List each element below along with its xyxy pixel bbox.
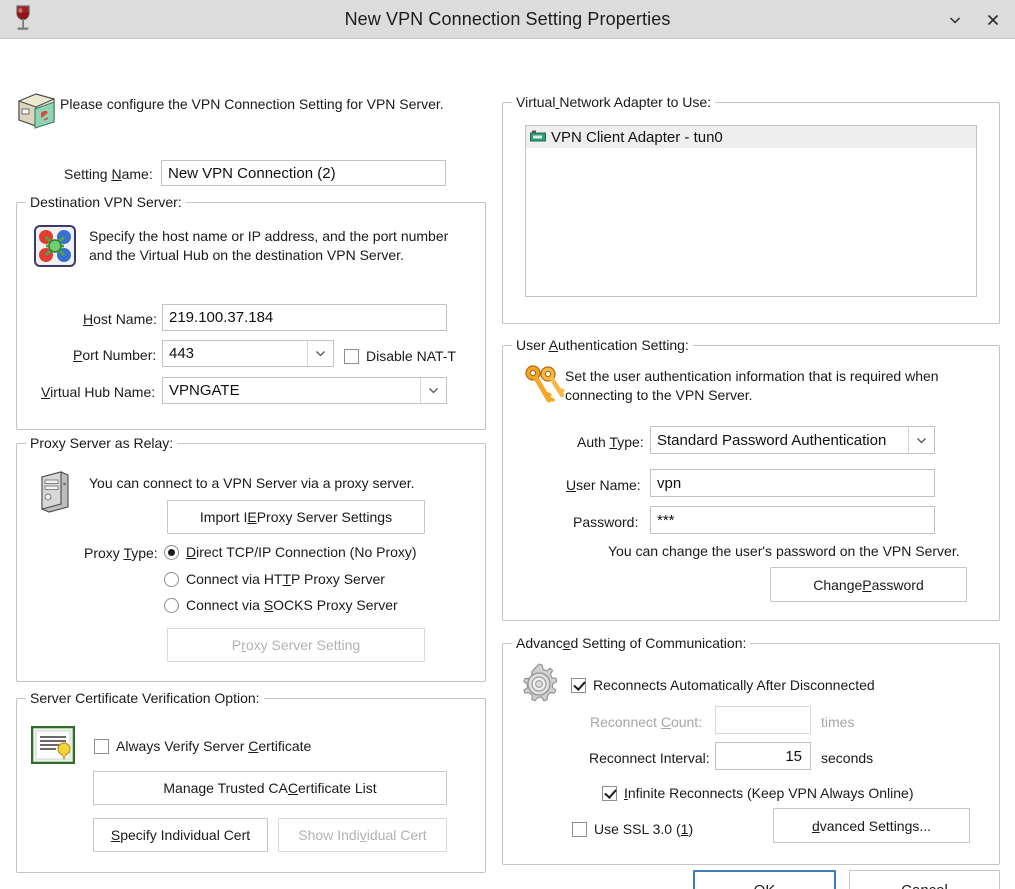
chevron-down-icon[interactable]: [908, 427, 934, 453]
close-icon: [987, 14, 999, 25]
reconnect-count-input[interactable]: [715, 706, 811, 734]
reconnect-auto-checkbox[interactable]: Reconnects Automatically After Disconnec…: [571, 677, 875, 693]
list-item[interactable]: VPN Client Adapter - tun0: [526, 126, 976, 148]
cancel-button[interactable]: Cancel: [849, 870, 1000, 889]
user-name-input[interactable]: [650, 469, 935, 497]
proxy-option-socks[interactable]: Connect via SOCKS Proxy Server: [164, 597, 398, 613]
auth-type-value: Standard Password Authentication: [657, 431, 887, 449]
setting-name-label: Setting Name:: [64, 166, 153, 182]
port-number-combo[interactable]: 443: [162, 340, 334, 367]
setting-name-input[interactable]: [161, 160, 446, 186]
network-card-icon: [530, 130, 546, 144]
title-bar: New VPN Connection Setting Properties: [0, 0, 1015, 39]
ok-button[interactable]: OK: [693, 870, 836, 889]
password-input[interactable]: [650, 506, 935, 534]
always-verify-certificate-checkbox[interactable]: Always Verify Server Certificate: [94, 738, 311, 754]
port-number-label: Port Number:: [73, 347, 157, 363]
proxy-option-direct-label: Direct TCP/IP Connection (No Proxy): [186, 544, 417, 560]
disable-natt-checkbox[interactable]: Disable NAT-T: [344, 348, 456, 364]
gear-icon: [517, 662, 561, 706]
always-verify-box[interactable]: [94, 738, 109, 754]
user-authentication-group: User Authentication Setting: Set the use…: [502, 337, 1000, 621]
close-button[interactable]: [977, 4, 1009, 36]
use-ssl3-checkbox[interactable]: Use SSL 3.0 (1): [572, 821, 693, 837]
network-hub-icon: [34, 225, 76, 267]
dialog-body: Please configure the VPN Connection Sett…: [0, 39, 1015, 889]
auth-description: Set the user authentication information …: [565, 368, 939, 403]
window-title: New VPN Connection Setting Properties: [344, 8, 671, 29]
proxy-option-direct[interactable]: Direct TCP/IP Connection (No Proxy): [164, 544, 417, 560]
virtual-hub-label: Virtual Hub Name:: [41, 384, 156, 400]
disable-natt-box[interactable]: [344, 348, 359, 364]
disable-natt-label: Disable NAT-T: [366, 348, 456, 364]
port-number-value: 443: [169, 345, 195, 362]
infinite-reconnects-box[interactable]: [602, 785, 617, 801]
auth-type-label: Auth Type:: [577, 434, 644, 450]
specify-individual-cert-button[interactable]: Specify Individual Cert: [93, 818, 268, 852]
host-name-label: Host Name:: [83, 311, 157, 327]
reconnect-interval-input[interactable]: [715, 742, 811, 770]
infinite-reconnects-checkbox[interactable]: Infinite Reconnects (Keep VPN Always Onl…: [602, 785, 913, 801]
auth-legend: User Authentication Setting:: [512, 337, 693, 353]
proxy-server-setting-button[interactable]: Pr oxy Server Setting: [167, 628, 425, 662]
window-controls: [939, 0, 1009, 39]
reconnect-auto-box[interactable]: [571, 677, 586, 693]
manage-trusted-ca-button[interactable]: Manage Trusted CA Certificate List: [93, 771, 447, 805]
reconnect-interval-unit: seconds: [821, 750, 874, 766]
use-ssl3-box[interactable]: [572, 821, 587, 837]
vpn-server-box-icon: [14, 89, 60, 131]
host-name-input[interactable]: [162, 304, 447, 331]
wine-glass-icon: [8, 3, 38, 36]
advanced-legend: Advanced Setting of Communication:: [512, 635, 751, 651]
proxy-option-http[interactable]: Connect via HTTP Proxy Server: [164, 571, 385, 587]
destination-description: Specify the host name or IP address, and…: [89, 228, 449, 263]
destination-legend: Destination VPN Server:: [26, 194, 186, 210]
keys-icon: [519, 362, 569, 410]
chevron-down-icon: [949, 16, 961, 24]
proxy-legend: Proxy Server as Relay:: [26, 435, 178, 451]
reconnect-auto-label: Reconnects Automatically After Disconnec…: [593, 677, 875, 693]
auth-type-combo[interactable]: Standard Password Authentication: [650, 426, 935, 454]
import-ie-proxy-button[interactable]: Import IE Proxy Server Settings: [167, 500, 425, 534]
virtual-hub-value: VPNGATE: [169, 382, 240, 399]
computer-tower-icon: [34, 468, 76, 514]
proxy-option-http-label: Connect via HTTP Proxy Server: [186, 571, 385, 587]
virtual-hub-combo[interactable]: VPNGATE: [162, 377, 447, 404]
user-name-label: User Name:: [566, 477, 641, 493]
right-column: Virtual Network Adapter to Use: VPN Clie…: [500, 39, 1015, 889]
password-hint: You can change the user's password on th…: [608, 543, 960, 559]
reconnect-interval-label: Reconnect Interval:: [589, 750, 710, 766]
reconnect-count-unit: times: [821, 714, 855, 730]
reconnect-count-label: Reconnect Count:: [590, 714, 703, 730]
adapter-legend: Virtual Network Adapter to Use:: [512, 94, 716, 110]
adapter-listbox[interactable]: VPN Client Adapter - tun0: [525, 125, 977, 297]
radio-socks[interactable]: [164, 597, 179, 613]
certificate-legend: Server Certificate Verification Option:: [26, 690, 264, 706]
always-verify-label: Always Verify Server Certificate: [116, 738, 312, 754]
show-individual-cert-button[interactable]: Show Indi v idual Cert: [278, 818, 447, 852]
proxy-option-socks-label: Connect via SOCKS Proxy Server: [186, 597, 398, 613]
left-column: Please configure the VPN Connection Sett…: [0, 39, 500, 889]
infinite-reconnects-label: Infinite Reconnects (Keep VPN Always Onl…: [624, 785, 914, 801]
advanced-settings-button[interactable]: d vanced Settings...: [773, 808, 970, 843]
adapter-item-label: VPN Client Adapter - tun0: [551, 128, 723, 146]
chevron-down-icon[interactable]: [420, 378, 446, 403]
certificate-icon: [31, 726, 75, 764]
certificate-group: Server Certificate Verification Option: …: [16, 690, 486, 873]
chevron-down-icon[interactable]: [307, 341, 333, 366]
advanced-communication-group: Advanced Setting of Communication: Recon…: [502, 635, 1000, 865]
use-ssl3-label: Use SSL 3.0 (1): [594, 821, 694, 837]
password-label: Password:: [573, 514, 639, 530]
minimize-button[interactable]: [939, 4, 971, 36]
header-description: Please configure the VPN Connection Sett…: [60, 96, 444, 112]
proxy-type-label: Proxy Type:: [84, 545, 158, 561]
change-password-button[interactable]: Change Password: [770, 567, 967, 602]
radio-http[interactable]: [164, 571, 179, 587]
proxy-server-group: Proxy Server as Relay: You can connect t…: [16, 435, 486, 682]
radio-direct[interactable]: [164, 544, 179, 560]
proxy-description: You can connect to a VPN Server via a pr…: [89, 475, 415, 491]
virtual-network-adapter-group: Virtual Network Adapter to Use: VPN Clie…: [502, 94, 1000, 324]
destination-vpn-server-group: Destination VPN Server: Specify the host…: [16, 194, 486, 430]
